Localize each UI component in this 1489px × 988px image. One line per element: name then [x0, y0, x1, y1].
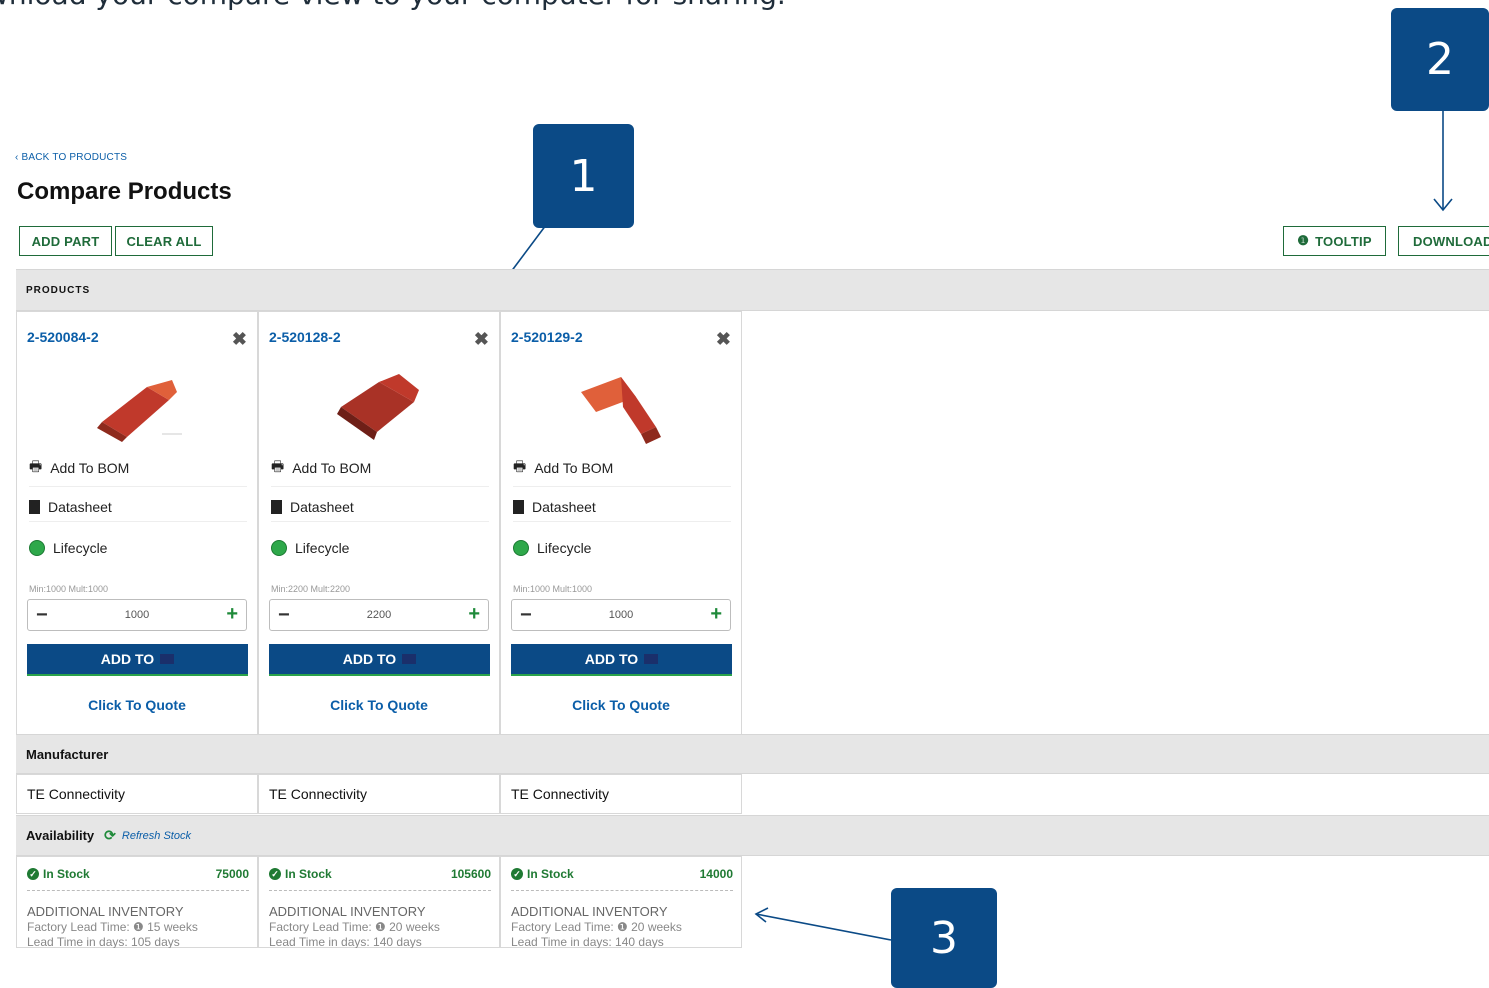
lead-time-days: Lead Time in days: 140 days	[511, 935, 664, 949]
availability-cell: ✓ In Stock 14000 ADDITIONAL INVENTORY Fa…	[500, 856, 742, 949]
tooltip-label: TOOLTIP	[1315, 233, 1372, 249]
back-to-products-link[interactable]: ‹ BACK TO PRODUCTS	[15, 152, 127, 163]
divider	[269, 890, 491, 891]
crop-mask	[0, 948, 890, 988]
factory-lead-time: Factory Lead Time: ❶ 20 weeks	[511, 920, 682, 934]
manufacturer-cell: TE Connectivity	[500, 774, 742, 814]
min-mult-text: Min:1000 Mult:1000	[513, 584, 593, 594]
lead-time-days: Lead Time in days: 105 days	[27, 935, 180, 949]
lifecycle-status: Lifecycle	[271, 540, 489, 562]
quantity-stepper[interactable]: − 2200 +	[269, 599, 489, 631]
plus-icon[interactable]: +	[226, 603, 238, 626]
products-section-header: PRODUCTS	[16, 269, 1489, 311]
click-to-quote-link[interactable]: Click To Quote	[501, 697, 741, 713]
arrow-2	[755, 913, 892, 941]
page-title: Compare Products	[17, 178, 232, 205]
add-to-bom-link[interactable]: 🖶 Add To BOM	[513, 456, 731, 487]
manufacturer-cell: TE Connectivity	[258, 774, 500, 814]
divider	[27, 890, 249, 891]
info-icon: ❶	[1297, 233, 1310, 248]
add-to-bom-link[interactable]: 🖶 Add To BOM	[271, 456, 489, 487]
status-green-icon	[29, 540, 45, 556]
add-to-cart-button[interactable]: ADD TO	[269, 644, 490, 676]
quantity-stepper[interactable]: − 1000 +	[511, 599, 731, 631]
caption-text: wnload your compare view to your compute…	[0, 0, 786, 11]
factory-lead-time: Factory Lead Time: ❶ 15 weeks	[27, 920, 198, 934]
availability-label: Availability	[26, 828, 95, 843]
download-button[interactable]: DOWNLOAD	[1398, 226, 1489, 256]
part-number-link[interactable]: 2-520084-2	[27, 329, 99, 345]
plus-icon[interactable]: +	[710, 603, 722, 626]
close-icon[interactable]: ✖	[716, 329, 731, 350]
additional-inventory-label: ADDITIONAL INVENTORY	[511, 904, 668, 919]
in-stock-status: ✓ In Stock	[511, 867, 574, 881]
quantity-stepper[interactable]: − 1000 +	[27, 599, 247, 631]
add-to-cart-button[interactable]: ADD TO	[511, 644, 732, 676]
add-to-bom-link[interactable]: 🖶 Add To BOM	[29, 456, 247, 487]
check-circle-icon: ✓	[269, 868, 281, 880]
product-card: 2-520128-2 ✖ 🖶 Add To BOM Datasheet Life…	[258, 311, 500, 735]
add-part-button[interactable]: ADD PART	[19, 226, 112, 256]
printer-icon: 🖶	[513, 458, 527, 474]
lifecycle-status: Lifecycle	[29, 540, 247, 562]
cart-icon	[160, 654, 175, 664]
factory-lead-time: Factory Lead Time: ❶ 20 weeks	[269, 920, 440, 934]
datasheet-link[interactable]: Datasheet	[513, 499, 731, 522]
in-stock-status: ✓ In Stock	[269, 867, 332, 881]
part-number-link[interactable]: 2-520129-2	[511, 329, 583, 345]
click-to-quote-link[interactable]: Click To Quote	[259, 697, 499, 713]
click-to-quote-link[interactable]: Click To Quote	[17, 697, 257, 713]
check-circle-icon: ✓	[27, 868, 39, 880]
additional-inventory-label: ADDITIONAL INVENTORY	[27, 904, 184, 919]
cart-icon	[402, 654, 417, 664]
cart-icon	[644, 654, 659, 664]
stock-count: 14000	[699, 867, 733, 881]
quantity-input[interactable]: 2200	[270, 609, 488, 621]
min-mult-text: Min:1000 Mult:1000	[29, 584, 109, 594]
check-circle-icon: ✓	[511, 868, 523, 880]
printer-icon: 🖶	[271, 458, 285, 474]
pdf-icon	[271, 500, 282, 514]
plus-icon[interactable]: +	[468, 603, 480, 626]
add-to-cart-button[interactable]: ADD TO	[27, 644, 248, 676]
status-green-icon	[513, 540, 529, 556]
pdf-icon	[513, 500, 524, 514]
callout-1: 1	[533, 124, 634, 228]
product-image	[581, 377, 661, 444]
status-green-icon	[271, 540, 287, 556]
lead-time-days: Lead Time in days: 140 days	[269, 935, 422, 949]
clear-all-button[interactable]: CLEAR ALL	[115, 226, 213, 256]
product-card: 2-520129-2 ✖ 🖶 Add To BOM Datasheet Life…	[500, 311, 742, 735]
lifecycle-status: Lifecycle	[513, 540, 731, 562]
pdf-icon	[29, 500, 40, 514]
availability-section-header: Availability ⟳ Refresh Stock	[16, 815, 1489, 856]
availability-cell: ✓ In Stock 105600 ADDITIONAL INVENTORY F…	[258, 856, 500, 949]
product-image	[97, 380, 182, 442]
in-stock-status: ✓ In Stock	[27, 867, 90, 881]
callout-2: 3	[891, 888, 997, 988]
part-number-link[interactable]: 2-520128-2	[269, 329, 341, 345]
manufacturer-cell: TE Connectivity	[16, 774, 258, 814]
stock-count: 75000	[215, 867, 249, 881]
tooltip-button[interactable]: ❶ TOOLTIP	[1283, 226, 1386, 256]
additional-inventory-label: ADDITIONAL INVENTORY	[269, 904, 426, 919]
close-icon[interactable]: ✖	[474, 329, 489, 350]
datasheet-link[interactable]: Datasheet	[271, 499, 489, 522]
datasheet-link[interactable]: Datasheet	[29, 499, 247, 522]
refresh-icon[interactable]: ⟳	[104, 827, 116, 844]
quantity-input[interactable]: 1000	[28, 609, 246, 621]
printer-icon: 🖶	[29, 458, 43, 474]
min-mult-text: Min:2200 Mult:2200	[271, 584, 351, 594]
manufacturer-section-header: Manufacturer	[16, 734, 1489, 774]
divider	[511, 890, 733, 891]
quantity-input[interactable]: 1000	[512, 609, 730, 621]
callout-3: 2	[1391, 8, 1489, 111]
product-image	[337, 374, 419, 440]
availability-cell: ✓ In Stock 75000 ADDITIONAL INVENTORY Fa…	[16, 856, 258, 949]
refresh-stock-link[interactable]: Refresh Stock	[122, 830, 191, 842]
close-icon[interactable]: ✖	[232, 329, 247, 350]
stock-count: 105600	[450, 867, 491, 881]
product-card: 2-520084-2 ✖ 🖶 Add To BOM Datasheet Life…	[16, 311, 258, 735]
